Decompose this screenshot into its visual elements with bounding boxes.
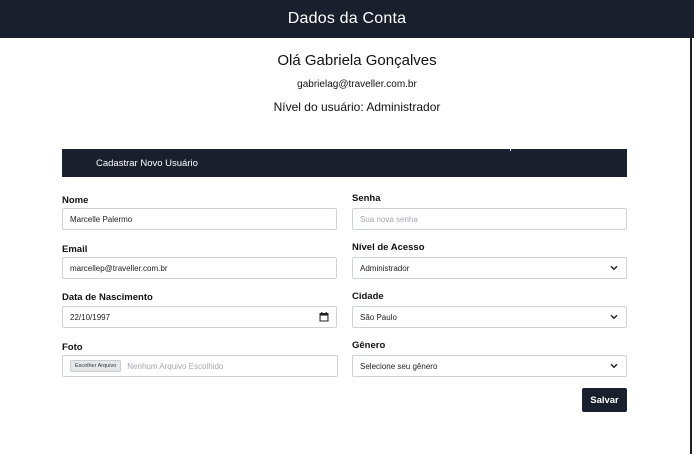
name-field[interactable]: Marcelle Palermo xyxy=(62,208,337,230)
photo-field: Escolher Arquivo Nenhum Arquivo Escolhid… xyxy=(62,355,338,377)
city-label: Cidade xyxy=(352,291,384,302)
user-greeting: Olá Gabriela Gonçalves xyxy=(277,52,437,69)
choose-file-button[interactable]: Escolher Arquivo xyxy=(70,360,122,372)
gender-label: Gênero xyxy=(352,340,386,351)
photo-label: Foto xyxy=(62,342,83,353)
new-user-section-header: Cadastrar Novo Usuário xyxy=(62,149,627,177)
chevron-down-icon xyxy=(608,311,620,323)
birth-date-value: 22/10/1997 xyxy=(70,312,111,322)
save-button[interactable]: Salvar xyxy=(582,388,627,412)
profile-summary: Olá Gabriela Gonçalves gabrielag@travell… xyxy=(0,52,694,114)
file-status: Nenhum Arquivo Escolhido xyxy=(127,361,224,371)
birth-date-label: Data de Nascimento xyxy=(62,292,153,303)
city-value: São Paulo xyxy=(360,312,397,322)
gender-select[interactable]: Selecione seu gênero xyxy=(352,355,627,377)
name-value: Marcelle Palermo xyxy=(70,214,133,224)
account-page: Dados da Conta Olá Gabriela Gonçalves ga… xyxy=(0,0,694,454)
chevron-down-icon xyxy=(608,262,620,274)
name-label: Nome xyxy=(62,195,89,206)
section-title: Cadastrar Novo Usuário xyxy=(96,157,198,169)
password-field[interactable]: Sua nova senha xyxy=(352,208,627,230)
email-field[interactable]: marcellep@traveller.com.br xyxy=(62,257,337,279)
email-value: marcellep@traveller.com.br xyxy=(70,263,168,273)
access-level-select[interactable]: Administrador xyxy=(352,257,627,279)
user-email: gabrielag@traveller.com.br xyxy=(297,79,417,90)
header-notch xyxy=(510,149,511,151)
page-title: Dados da Conta xyxy=(287,10,407,27)
password-label: Senha xyxy=(352,193,381,204)
access-level-value: Administrador xyxy=(360,263,410,273)
gender-value: Selecione seu gênero xyxy=(360,361,438,371)
city-select[interactable]: São Paulo xyxy=(352,306,627,328)
top-bar: Dados da Conta xyxy=(0,0,694,38)
birth-date-field[interactable]: 22/10/1997 xyxy=(62,306,337,328)
email-label: Email xyxy=(62,244,88,255)
calendar-icon[interactable] xyxy=(318,311,330,323)
password-placeholder: Sua nova senha xyxy=(360,214,418,224)
chevron-down-icon xyxy=(608,360,620,372)
access-level-label: Nível de Acesso xyxy=(352,242,425,253)
user-level: Nível do usuário: Administrador xyxy=(273,100,441,114)
